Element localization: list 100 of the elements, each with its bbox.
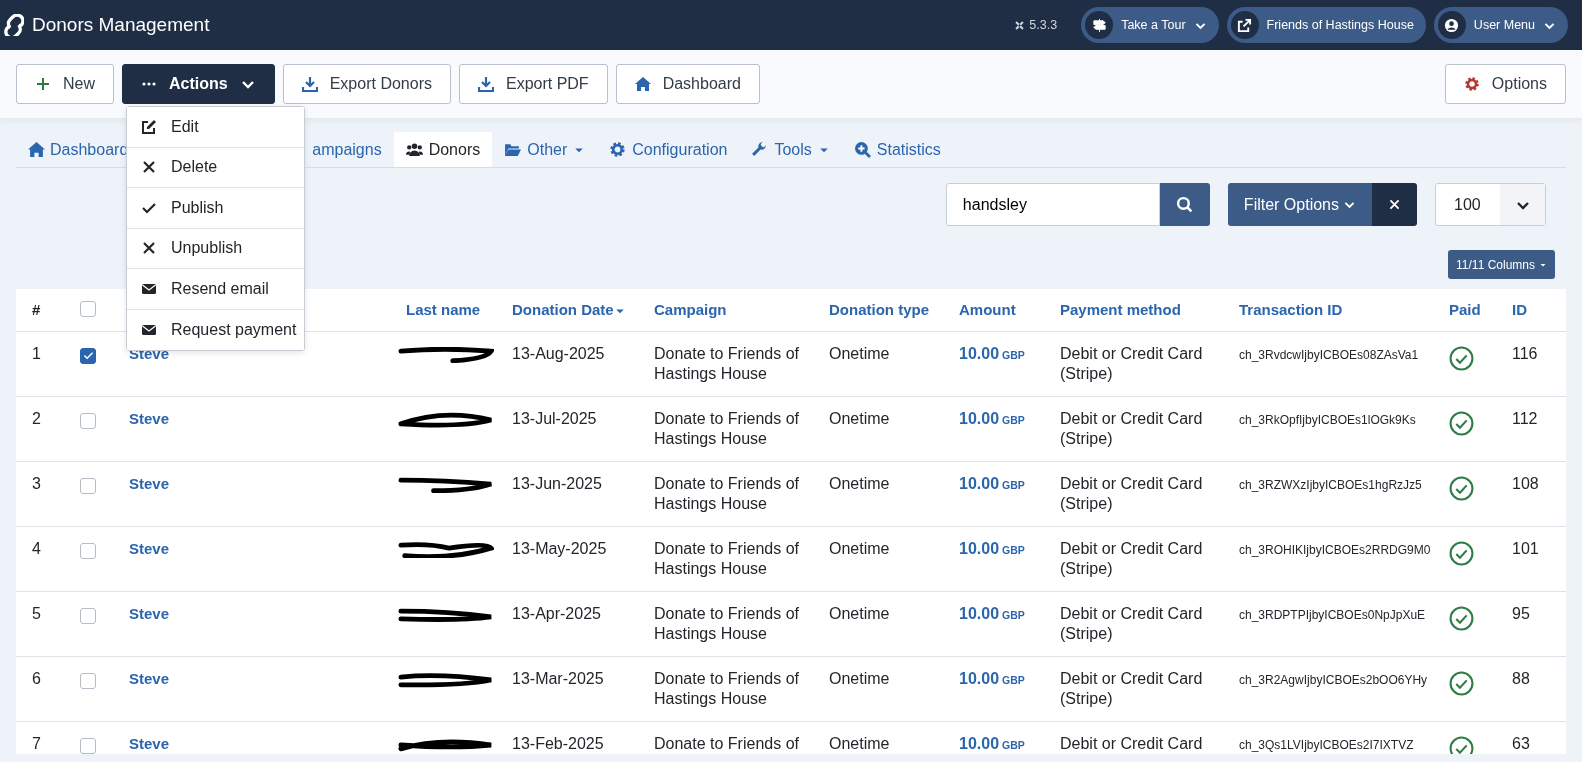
donation-type-cell: Onetime [829, 539, 890, 557]
currency-label: GBP [1002, 673, 1025, 686]
tab[interactable]: Other [492, 132, 598, 167]
amount-value: 10.00 [959, 604, 1000, 622]
menu-item[interactable]: Request payment [127, 309, 304, 350]
first-name-link[interactable]: Steve [129, 669, 170, 687]
search-button[interactable] [1159, 183, 1210, 226]
signpost-icon [1091, 17, 1107, 33]
id-cell: 112 [1512, 409, 1538, 427]
date-cell: 13-Apr-2025 [512, 604, 601, 622]
tab[interactable]: Statistics [841, 132, 953, 167]
checkbox[interactable] [80, 737, 96, 754]
checkbox[interactable] [80, 672, 96, 689]
date-cell: 13-May-2025 [512, 539, 607, 557]
first-name-link[interactable]: Steve [129, 539, 170, 557]
tab[interactable]: Tools [739, 132, 842, 167]
id-cell: 108 [1512, 474, 1539, 492]
wrench-icon [751, 141, 769, 158]
amount-value: 10.00 [959, 474, 1000, 492]
payment-method-cell: Debit or Credit Card [1060, 734, 1203, 752]
first-name-link[interactable]: Steve [129, 474, 170, 492]
tab[interactable]: Dashboard [16, 132, 129, 167]
zoom-in-icon [853, 141, 871, 158]
tab[interactable]: Donors [393, 132, 493, 167]
donation-type-cell: Onetime [829, 474, 890, 492]
checkbox[interactable] [80, 607, 96, 624]
currency-label: GBP [1002, 348, 1025, 361]
currency-label: GBP [1002, 738, 1025, 751]
toolbar-button[interactable]: Dashboard [615, 64, 760, 104]
currency-label: GBP [1002, 543, 1025, 556]
check-icon [82, 350, 94, 361]
transaction-id-cell: ch_3Qs1LVIjbyICBOEs2I7IXTVZ [1239, 737, 1414, 752]
id-cell: 116 [1512, 344, 1538, 362]
gear-icon [1463, 76, 1480, 92]
header-button[interactable]: Friends of Hastings House [1226, 7, 1426, 43]
tab[interactable]: ampaigns [312, 132, 394, 167]
first-name-link[interactable]: Steve [129, 409, 170, 427]
menu-item[interactable]: Unpublish [127, 228, 304, 269]
toolbar-button[interactable]: Actions [122, 64, 275, 104]
transaction-id-cell: ch_3ROHIKIjbyICBOEs2RRDG9M0 [1239, 542, 1431, 557]
column-header[interactable]: Paid [1449, 300, 1481, 318]
toolbar-button[interactable]: Export Donors [282, 64, 451, 104]
menu-item[interactable]: Edit [127, 107, 304, 148]
campaign-cell: Donate to Friends of Hastings House [654, 539, 799, 577]
search-field[interactable]: handsley [945, 183, 1160, 226]
checkbox[interactable] [80, 300, 96, 317]
checkbox[interactable] [80, 412, 96, 429]
checkbox[interactable] [80, 477, 96, 494]
transaction-id-cell: ch_3RDPTPIjbyICBOEs0NpJpXuE [1239, 607, 1426, 622]
campaign-cell: Donate to Friends of Hastings House [654, 474, 799, 512]
date-cell: 13-Jun-2025 [512, 474, 602, 492]
column-header[interactable]: Payment method [1060, 300, 1181, 318]
column-header[interactable]: Campaign [654, 300, 727, 318]
first-name-link[interactable]: Steve [129, 604, 170, 622]
row-number: 5 [32, 604, 41, 622]
id-cell: 88 [1512, 669, 1530, 687]
menu-item[interactable]: Publish [127, 188, 304, 229]
donation-type-cell: Onetime [829, 669, 890, 687]
date-cell: 13-Mar-2025 [512, 669, 604, 687]
header-button[interactable]: User Menu [1433, 7, 1568, 43]
payment-method-cell: Debit or Credit Card (Stripe) [1060, 669, 1203, 707]
donation-type-cell: Onetime [829, 604, 890, 622]
version-label: 5.3.3 [1029, 16, 1058, 34]
column-header: # [32, 300, 41, 318]
folder-icon [504, 141, 522, 158]
checkbox[interactable] [80, 347, 96, 364]
row-number: 3 [32, 474, 41, 492]
cms-logo-icon [1014, 19, 1026, 31]
filter-options-button[interactable]: Filter Options [1227, 183, 1372, 226]
menu-item[interactable]: Resend email [127, 269, 304, 310]
limit-select[interactable]: 100 [1435, 183, 1546, 226]
amount-value: 10.00 [959, 669, 1000, 687]
payment-method-cell: Debit or Credit Card (Stripe) [1060, 604, 1203, 642]
column-header[interactable]: ID [1512, 300, 1527, 318]
column-header[interactable]: Donation type [829, 300, 929, 318]
currency-label: GBP [1002, 478, 1025, 491]
header-button[interactable]: Take a Tour [1081, 7, 1219, 43]
clear-button[interactable] [1372, 183, 1417, 226]
tab[interactable]: Configuration [597, 132, 740, 167]
toolbar-button[interactable]: Export PDF [458, 64, 608, 104]
payment-method-cell: Debit or Credit Card (Stripe) [1060, 539, 1203, 577]
column-header[interactable]: Transaction ID [1239, 300, 1343, 318]
first-name-link[interactable]: Steve [129, 734, 170, 752]
campaign-cell: Donate to Friends of Hastings House [654, 604, 799, 642]
home-icon [634, 76, 651, 92]
gear-icon [609, 141, 627, 158]
user-icon [1444, 17, 1460, 33]
menu-item[interactable]: Delete [127, 147, 304, 188]
checkbox[interactable] [80, 542, 96, 559]
edit-icon [141, 118, 157, 135]
column-header[interactable]: Last name [406, 300, 481, 318]
options-button[interactable]: Options [1444, 64, 1566, 104]
column-header[interactable]: Donation Date [512, 300, 626, 318]
toolbar-button[interactable]: New [16, 64, 114, 104]
amount-value: 10.00 [959, 734, 1000, 752]
column-header[interactable]: Amount [959, 300, 1016, 318]
payment-method-cell: Debit or Credit Card (Stripe) [1060, 409, 1203, 447]
columns-button[interactable]: 11/11 Columns [1448, 250, 1555, 279]
home-icon [28, 141, 45, 158]
amount-value: 10.00 [959, 409, 1000, 427]
